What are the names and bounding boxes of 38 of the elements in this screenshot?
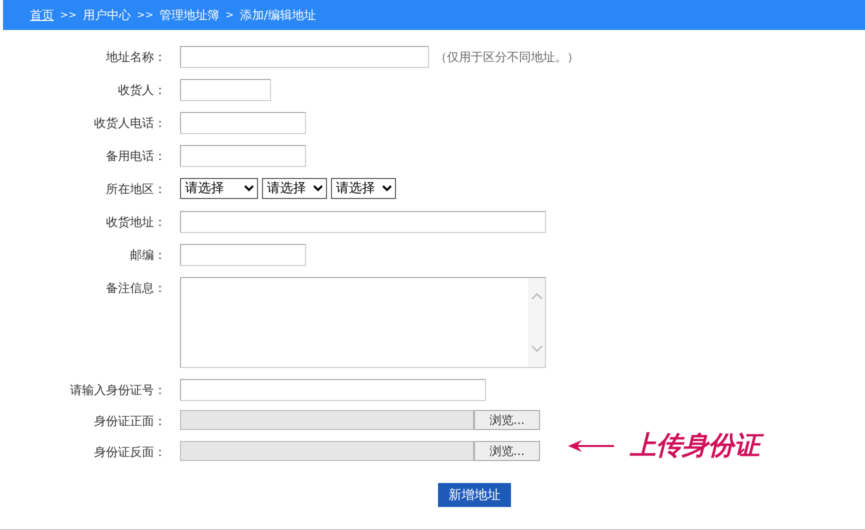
notes-textarea[interactable] <box>180 277 546 368</box>
breadcrumb-separator: >> <box>136 10 154 20</box>
region-dropdown[interactable]: 请选择 <box>331 178 396 199</box>
field-label: 收货地址： <box>105 214 167 231</box>
region-dropdown[interactable]: 请选择 <box>262 178 327 199</box>
input-field[interactable] <box>180 379 486 401</box>
field-label: 收货人： <box>117 82 167 99</box>
field-label: 备注信息： <box>105 280 167 297</box>
breadcrumb-separator: >> <box>60 10 77 20</box>
scroll-up-icon[interactable] <box>530 292 542 300</box>
home-link[interactable]: 首页 <box>30 6 54 24</box>
field-label: 身份证正面： <box>93 413 167 430</box>
field-label: 所在地区： <box>105 181 167 198</box>
breadcrumb-separator: > <box>226 10 234 20</box>
scroll-down-icon[interactable] <box>530 345 542 353</box>
field-label: 身份证反面： <box>93 444 167 461</box>
file-path-field[interactable] <box>180 410 474 430</box>
field-label: 请输入身份证号： <box>69 382 167 399</box>
input-field[interactable] <box>180 79 271 101</box>
field-hint: （仅用于区分不同地址。） <box>435 48 579 66</box>
add-address-button[interactable]: 新增地址 <box>438 483 511 507</box>
field-label: 备用电话： <box>105 148 167 165</box>
field-label: 地址名称： <box>105 49 167 66</box>
browse-button[interactable]: 浏览... <box>474 441 540 461</box>
browse-button[interactable]: 浏览... <box>474 410 540 430</box>
field-label: 邮编： <box>129 247 167 264</box>
input-field[interactable] <box>180 145 306 167</box>
arrow-icon <box>568 440 614 452</box>
input-field[interactable] <box>180 211 546 233</box>
breadcrumb-item: 管理地址簿 <box>160 6 220 24</box>
breadcrumb-item: 用户中心 <box>82 6 131 24</box>
input-field[interactable] <box>180 112 306 134</box>
breadcrumb-item: 添加/编辑地址 <box>240 6 316 24</box>
input-field[interactable] <box>180 244 306 266</box>
input-field[interactable] <box>180 46 429 68</box>
region-dropdown[interactable]: 请选择 <box>180 178 258 199</box>
field-label: 收货人电话： <box>93 115 167 132</box>
file-path-field[interactable] <box>180 441 474 461</box>
